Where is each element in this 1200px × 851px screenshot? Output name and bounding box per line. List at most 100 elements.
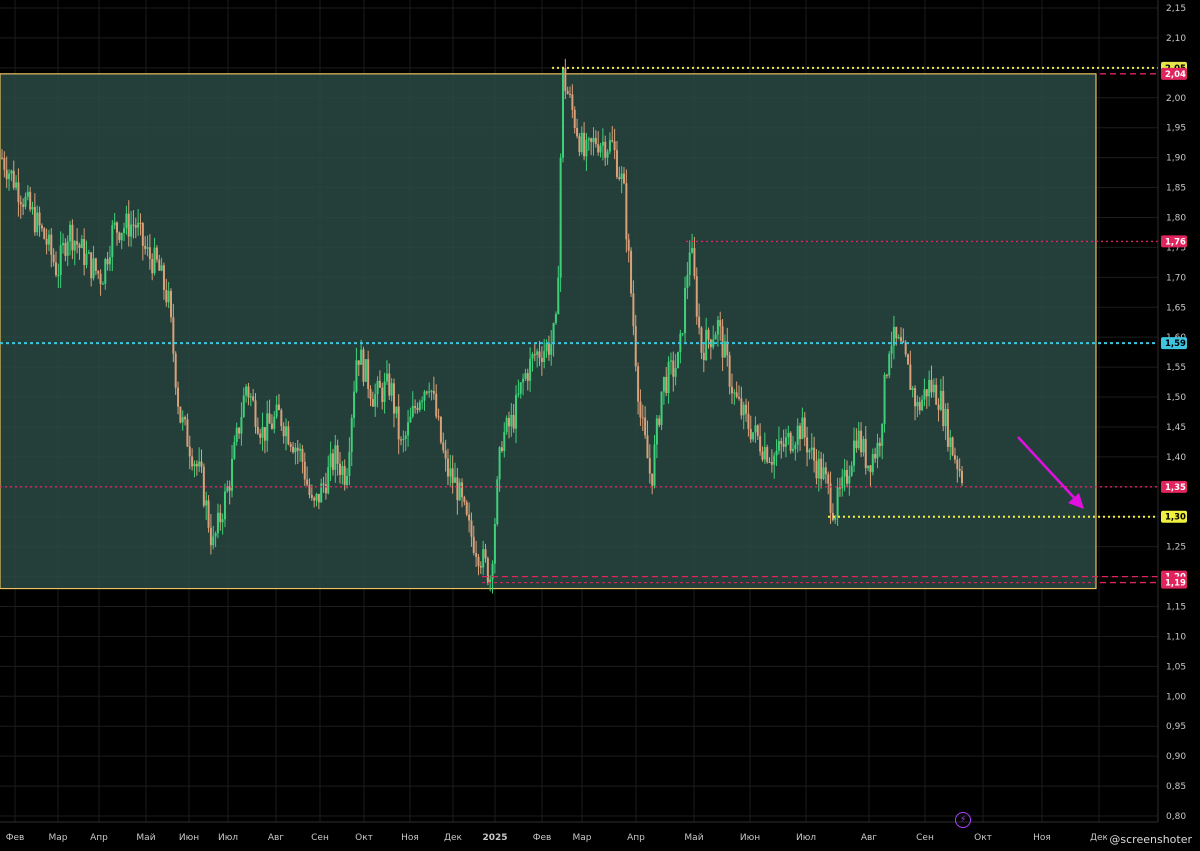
candle-body [8,173,11,180]
candle-body [932,384,935,393]
candle-body [604,141,607,158]
candle-body [238,427,241,434]
candle-body [186,419,189,447]
candle-body [923,389,926,400]
candle-body [256,426,259,434]
candle-body [493,524,496,564]
candle-body [430,390,433,392]
candle-body [909,364,912,390]
candle-body [693,248,696,277]
candle-body [1,157,3,159]
candle-body [881,424,884,446]
candle-body [465,502,468,515]
candle-body [416,407,419,410]
candle-body [944,409,947,427]
candle-body [747,413,750,430]
candle-body [92,258,95,279]
candle-body [47,234,50,245]
candle-body [484,549,487,559]
watermark: @screenshoter [1107,832,1194,847]
candle-body [402,438,405,441]
candle-body [263,427,266,441]
candle-body [57,275,60,277]
candle-body [421,400,424,403]
candle-body [691,248,694,253]
price-axis[interactable]: 2,152,102,052,001,951,901,851,801,751,70… [1157,0,1200,851]
candle-body [479,565,482,568]
candle-body [52,254,55,263]
candle-body [411,405,414,417]
candle-body [310,494,313,498]
candle-body [777,441,780,451]
candle-body [883,374,886,425]
candle-body [810,447,813,450]
price-badge-label: 1,30 [1165,513,1186,523]
candle-body [397,406,400,440]
candle-body [153,247,156,274]
candle-body [282,426,285,437]
candle-body [618,176,621,179]
candle-body [498,447,501,480]
x-tick-label: Сен [916,833,934,843]
candle-body [552,323,555,345]
x-tick-label: Авг [861,833,877,843]
candle-body [167,290,170,303]
candle-body [630,250,633,294]
lightning-icon[interactable]: ⚡ [955,812,971,828]
candle-body [334,445,337,470]
price-chart[interactable]: 2,152,102,052,001,951,901,851,801,751,70… [0,0,1200,851]
candle-body [780,441,783,444]
candle-body [76,241,79,245]
candle-body [301,448,304,462]
candle-body [425,391,428,393]
candle-body [801,417,804,440]
candle-body [942,390,945,427]
candle-body [853,440,856,466]
candle-body [83,238,86,265]
candle-body [162,265,165,290]
candle-body [721,326,724,358]
candle-body [547,342,550,355]
candle-body [106,258,109,265]
candle-body [597,144,600,153]
candle-body [862,438,865,453]
candle-body [454,477,457,483]
price-badge-label: 2,04 [1165,70,1186,80]
candle-body [822,467,825,479]
x-tick-label: Июн [740,833,760,843]
y-tick-label: 1,65 [1166,303,1186,313]
x-tick-label: Ноя [1033,833,1051,843]
candle-body [195,463,198,467]
candle-body [94,258,97,272]
x-tick-label: Фев [533,833,552,843]
candle-body [639,401,642,418]
y-tick-label: 1,85 [1166,184,1186,194]
candle-body [599,145,602,153]
candle-body [71,224,74,251]
time-axis[interactable]: Фев Мар Апр Май Июн Июл Авг Сен Окт Ноя Дек 2025 Фев… [0,821,1200,851]
candle-body [101,283,104,285]
candle-body [505,417,508,432]
candle-body [141,223,144,246]
candle-body [707,329,710,340]
candle-body [245,386,248,396]
candle-body [669,360,672,362]
y-tick-label: 1,05 [1166,662,1186,672]
candle-body [585,140,588,157]
candle-body [817,458,820,479]
candle-body [240,416,243,434]
candle-body [878,442,881,446]
price-badge-label: 1,35 [1165,483,1186,493]
candle-body [390,383,393,396]
x-tick-label: Авг [268,833,284,843]
candle-body [820,458,823,479]
candle-body [184,417,187,420]
candle-body [73,241,76,251]
candle-body [327,467,330,494]
candle-body [590,138,593,142]
y-tick-label: 0,95 [1166,722,1186,732]
candle-body [524,373,527,379]
candle-body [860,430,863,453]
candle-body [623,173,626,184]
candle-body [667,361,670,393]
